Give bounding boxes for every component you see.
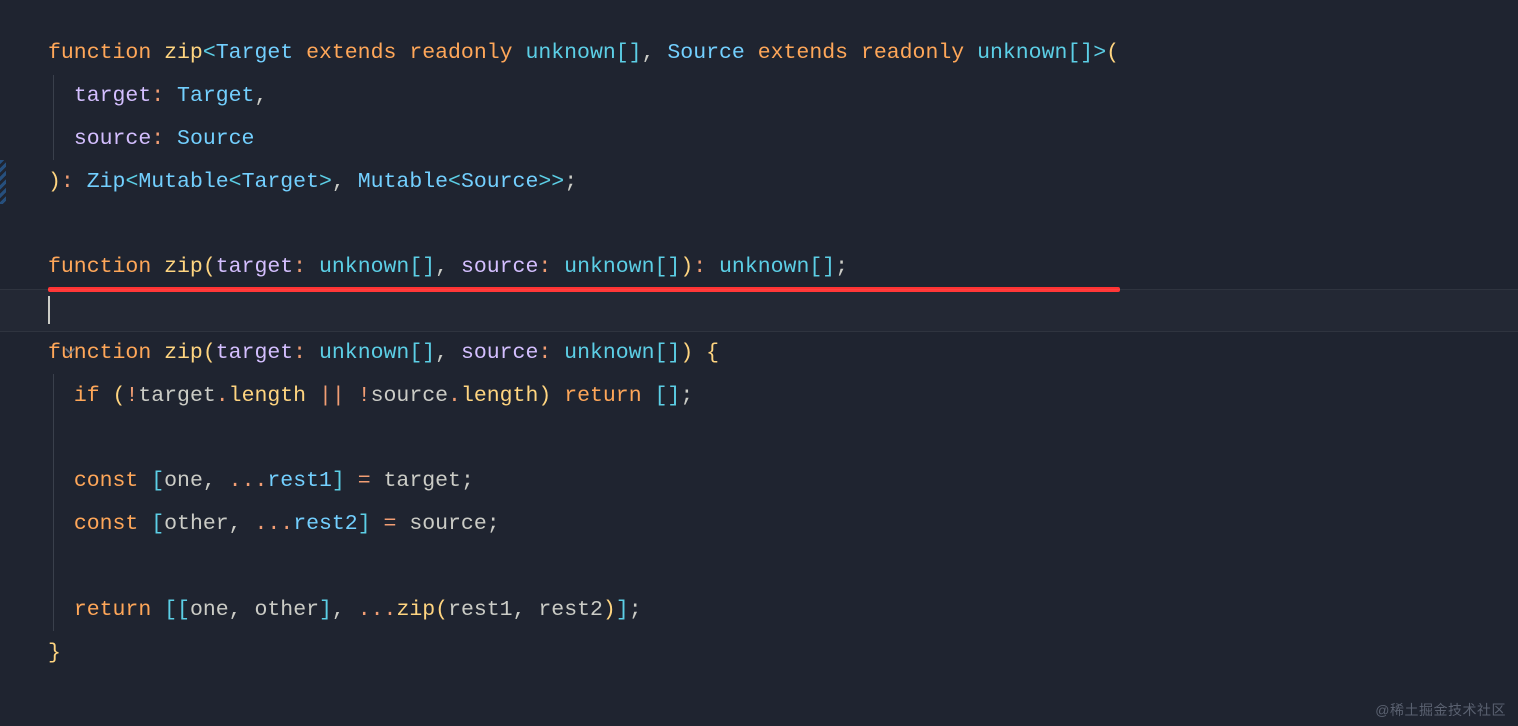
type-target: Target: [216, 41, 293, 65]
code-line: function zip<Target extends readonly unk…: [0, 32, 1518, 75]
code-line: }: [0, 631, 1518, 674]
code-line-current: [0, 289, 1518, 332]
type-unknown: unknown: [719, 255, 809, 279]
code-line: function zip(target: unknown[], source: …: [0, 246, 1518, 289]
code-line: source: Source: [0, 118, 1518, 161]
keyword-extends: extends: [306, 41, 396, 65]
type-target: Target: [242, 170, 319, 194]
code-line-blank: [0, 417, 1518, 460]
code-line: const [other, ...rest2] = source;: [0, 503, 1518, 546]
param-source: source: [461, 255, 538, 279]
param-target: target: [216, 255, 293, 279]
type-mutable: Mutable: [358, 170, 448, 194]
function-name: zip: [164, 341, 203, 365]
code-line-blank: [0, 203, 1518, 246]
type-zip: Zip: [87, 170, 126, 194]
keyword-readonly: readonly: [409, 41, 512, 65]
keyword-if: if: [74, 384, 100, 408]
keyword-function: function: [48, 41, 151, 65]
ident-source: source: [409, 512, 486, 536]
type-unknown: unknown: [564, 255, 654, 279]
type-unknown: unknown: [564, 341, 654, 365]
function-name: zip: [164, 41, 203, 65]
function-call-zip: zip: [396, 598, 435, 622]
var-one: one: [190, 598, 229, 622]
code-line: return [[one, other], ...zip(rest1, rest…: [0, 588, 1518, 631]
watermark-text: @稀土掘金技术社区: [1375, 700, 1506, 720]
param-target: target: [74, 84, 151, 108]
prop-length: length: [229, 384, 306, 408]
var-one: one: [164, 469, 203, 493]
code-line-blank: [0, 546, 1518, 589]
code-line: ): Zip<Mutable<Target>, Mutable<Source>>…: [0, 160, 1518, 203]
keyword-function: function: [48, 255, 151, 279]
code-line: const [one, ...rest1] = target;: [0, 460, 1518, 503]
param-source: source: [74, 127, 151, 151]
param-target: target: [216, 341, 293, 365]
type-mutable: Mutable: [138, 170, 228, 194]
type-unknown: unknown: [977, 41, 1067, 65]
keyword-const: const: [74, 512, 139, 536]
type-unknown: unknown: [319, 255, 409, 279]
type-source: Source: [177, 127, 254, 151]
code-line: target: Target,: [0, 75, 1518, 118]
type-source: Source: [461, 170, 538, 194]
text-cursor: [48, 296, 50, 324]
keyword-readonly: readonly: [861, 41, 964, 65]
ident-target: target: [384, 469, 461, 493]
keyword-extends: extends: [758, 41, 848, 65]
type-target: Target: [177, 84, 254, 108]
var-other: other: [254, 598, 319, 622]
keyword-return: return: [74, 598, 151, 622]
var-rest1: rest1: [448, 598, 513, 622]
var-rest2: rest2: [293, 512, 358, 536]
keyword-return: return: [564, 384, 641, 408]
type-source: Source: [667, 41, 744, 65]
type-unknown: unknown: [319, 341, 409, 365]
var-rest2: rest2: [538, 598, 603, 622]
keyword-const: const: [74, 469, 139, 493]
ident-target: target: [138, 384, 215, 408]
param-source: source: [461, 341, 538, 365]
var-other: other: [164, 512, 229, 536]
fold-chevron-icon[interactable]: [14, 331, 76, 375]
type-unknown: unknown: [525, 41, 615, 65]
code-line: function zip(target: unknown[], source: …: [0, 332, 1518, 375]
var-rest1: rest1: [267, 469, 332, 493]
current-line-highlight: [0, 289, 1518, 332]
prop-length: length: [461, 384, 538, 408]
code-line: if (!target.length || !source.length) re…: [0, 374, 1518, 417]
function-name: zip: [164, 255, 203, 279]
ident-source: source: [371, 384, 448, 408]
code-editor[interactable]: function zip<Target extends readonly unk…: [0, 0, 1518, 674]
